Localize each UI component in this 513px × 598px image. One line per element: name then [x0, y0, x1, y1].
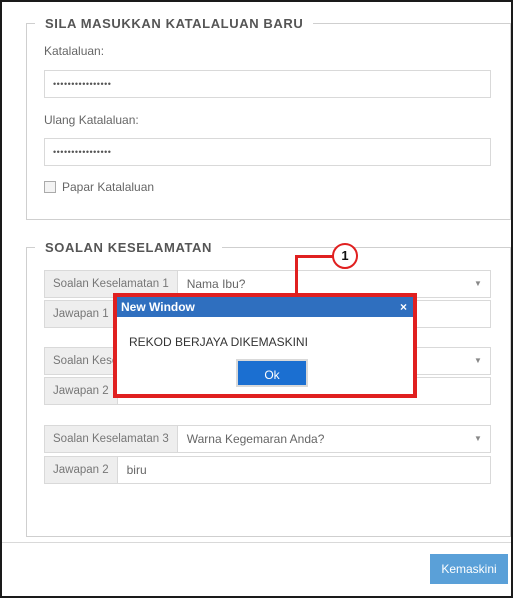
- repeat-password-label: Ulang Katalaluan:: [44, 113, 139, 127]
- password-label: Katalaluan:: [44, 44, 105, 58]
- repeat-password-input[interactable]: ••••••••••••••••: [44, 138, 491, 166]
- callout-line-horizontal: [295, 255, 333, 258]
- chevron-down-icon: ▼: [474, 356, 482, 365]
- security-question-3-select[interactable]: Soalan Keselamatan 3 Warna Kegemaran And…: [44, 425, 491, 453]
- dialog-message: REKOD BERJAYA DIKEMASKINI: [129, 335, 308, 349]
- security-legend: SOALAN KESELAMATAN: [45, 240, 213, 255]
- ok-button[interactable]: Ok: [236, 359, 308, 387]
- security-question-3-label: Soalan Keselamatan 3: [45, 426, 178, 452]
- footer-divider: [2, 542, 511, 543]
- success-dialog: New Window × REKOD BERJAYA DIKEMASKINI O…: [113, 293, 417, 398]
- show-password-checkbox[interactable]: [44, 181, 56, 193]
- dialog-title-bar: New Window ×: [117, 297, 413, 317]
- answer-1-label: Jawapan 1: [45, 301, 118, 327]
- dialog-title: New Window: [121, 300, 195, 314]
- answer-3-input[interactable]: Jawapan 2 biru: [44, 456, 491, 484]
- chevron-down-icon: ▼: [474, 434, 482, 443]
- update-button[interactable]: Kemaskini: [430, 554, 508, 584]
- show-password-label: Papar Katalaluan: [62, 180, 155, 194]
- answer-3-value: biru: [126, 463, 147, 477]
- answer-2-label: Jawapan 2: [45, 378, 118, 404]
- callout-marker: 1: [332, 243, 358, 269]
- security-question-3-value: Warna Kegemaran Anda?: [186, 432, 325, 446]
- chevron-down-icon: ▼: [474, 279, 482, 288]
- answer-3-label: Jawapan 2: [45, 457, 118, 483]
- close-icon[interactable]: ×: [400, 297, 407, 317]
- show-password-row[interactable]: Papar Katalaluan: [44, 180, 154, 194]
- new-password-legend: SILA MASUKKAN KATALALUAN BARU: [45, 16, 304, 31]
- password-input[interactable]: ••••••••••••••••: [44, 70, 491, 98]
- callout-line-vertical: [295, 255, 298, 295]
